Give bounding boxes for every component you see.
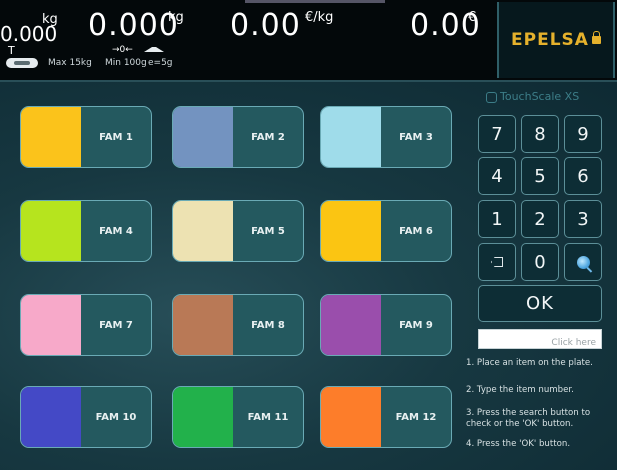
fam-color-swatch bbox=[321, 107, 381, 167]
key-4[interactable]: 4 bbox=[478, 157, 516, 195]
spec-max: Max 15kg bbox=[48, 58, 92, 68]
fam-color-swatch bbox=[173, 387, 233, 447]
zero-indicator-icon: →0← bbox=[112, 45, 133, 55]
fam-color-swatch bbox=[321, 387, 381, 447]
instruction-3: 3. Press the search button to check or t… bbox=[466, 408, 591, 429]
fam-label: FAM 4 bbox=[99, 225, 133, 237]
fam-label: FAM 6 bbox=[399, 225, 433, 237]
backspace-button[interactable] bbox=[478, 243, 516, 281]
ok-button[interactable]: OK bbox=[478, 285, 602, 322]
display-divider bbox=[245, 0, 385, 3]
fam-button-6[interactable]: FAM 6 bbox=[320, 200, 452, 262]
key-6[interactable]: 6 bbox=[564, 157, 602, 195]
fam-button-3[interactable]: FAM 3 bbox=[320, 106, 452, 168]
fam-label: FAM 10 bbox=[95, 411, 137, 423]
fam-color-swatch bbox=[21, 295, 81, 355]
key-7[interactable]: 7 bbox=[478, 115, 516, 153]
key-1[interactable]: 1 bbox=[478, 200, 516, 238]
total-unit: € bbox=[468, 10, 477, 25]
key-9[interactable]: 9 bbox=[564, 115, 602, 153]
fam-button-12[interactable]: FAM 12 bbox=[320, 386, 452, 448]
fam-button-5[interactable]: FAM 5 bbox=[172, 200, 304, 262]
fam-button-7[interactable]: FAM 7 bbox=[20, 294, 152, 356]
touchscale-logo-text: TouchScale XS bbox=[500, 90, 580, 103]
fam-label: FAM 11 bbox=[247, 411, 289, 423]
touchscale-icon bbox=[486, 91, 497, 103]
spec-e: e=5g bbox=[148, 58, 173, 68]
instruction-2: 2. Type the item number. bbox=[466, 385, 574, 395]
instruction-1: 1. Place an item on the plate. bbox=[466, 358, 593, 368]
instruction-4: 4. Press the 'OK' button. bbox=[466, 439, 571, 449]
key-8[interactable]: 8 bbox=[521, 115, 559, 153]
tare-value: 0.000 bbox=[0, 22, 58, 46]
level-icon bbox=[6, 58, 38, 68]
fam-label: FAM 1 bbox=[99, 131, 133, 143]
fam-label: FAM 2 bbox=[251, 131, 285, 143]
tare-label: T bbox=[8, 44, 15, 57]
fam-color-swatch bbox=[321, 201, 381, 261]
fam-label: FAM 7 bbox=[99, 319, 133, 331]
lock-icon bbox=[591, 31, 601, 44]
fam-label: FAM 9 bbox=[399, 319, 433, 331]
unit-price-unit: €/kg bbox=[305, 10, 334, 25]
weight-value: 0.000 bbox=[88, 8, 179, 43]
scale-display: kg 0.000 T 0.000 kg →0← 0.00 €/kg 0.00 €… bbox=[0, 0, 617, 82]
fam-button-10[interactable]: FAM 10 bbox=[20, 386, 152, 448]
fam-button-8[interactable]: FAM 8 bbox=[172, 294, 304, 356]
key-2[interactable]: 2 bbox=[521, 200, 559, 238]
fam-color-swatch bbox=[21, 107, 81, 167]
fam-label: FAM 3 bbox=[399, 131, 433, 143]
weight-unit: kg bbox=[168, 10, 184, 25]
spec-min: Min 100g bbox=[105, 58, 147, 68]
fam-color-swatch bbox=[21, 201, 81, 261]
fam-button-11[interactable]: FAM 11 bbox=[172, 386, 304, 448]
brand-logo: EPELSA bbox=[497, 2, 615, 78]
item-number-input[interactable] bbox=[479, 334, 601, 352]
fam-color-swatch bbox=[173, 107, 233, 167]
fam-label: FAM 8 bbox=[251, 319, 285, 331]
fam-label: FAM 12 bbox=[395, 411, 437, 423]
backspace-icon bbox=[491, 257, 503, 267]
item-number-field[interactable] bbox=[478, 329, 602, 352]
touchscale-logo: TouchScale XS bbox=[486, 90, 579, 103]
unit-price-value: 0.00 bbox=[230, 8, 301, 43]
stable-indicator-icon bbox=[144, 47, 164, 52]
fam-button-4[interactable]: FAM 4 bbox=[20, 200, 152, 262]
key-0[interactable]: 0 bbox=[521, 243, 559, 281]
search-button[interactable] bbox=[564, 243, 602, 281]
search-icon bbox=[576, 255, 590, 269]
key-3[interactable]: 3 bbox=[564, 200, 602, 238]
fam-color-swatch bbox=[321, 295, 381, 355]
fam-color-swatch bbox=[173, 201, 233, 261]
fam-button-1[interactable]: FAM 1 bbox=[20, 106, 152, 168]
fam-label: FAM 5 bbox=[251, 225, 285, 237]
fam-button-9[interactable]: FAM 9 bbox=[320, 294, 452, 356]
fam-color-swatch bbox=[21, 387, 81, 447]
key-5[interactable]: 5 bbox=[521, 157, 559, 195]
brand-name: EPELSA bbox=[511, 30, 589, 50]
fam-color-swatch bbox=[173, 295, 233, 355]
fam-button-2[interactable]: FAM 2 bbox=[172, 106, 304, 168]
